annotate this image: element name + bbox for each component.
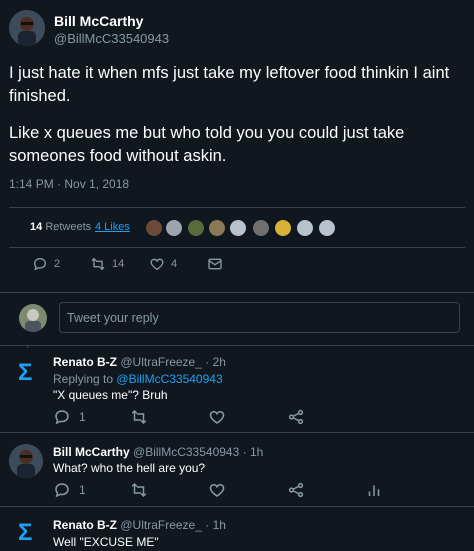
reply-icon [32, 256, 48, 272]
ultrafreeze-logo: Σ [18, 519, 33, 546]
author-name[interactable]: Bill McCarthy [54, 13, 143, 29]
like-button[interactable] [208, 481, 226, 499]
divider [0, 432, 474, 433]
like-count: 4 [171, 258, 178, 270]
liker-avatar[interactable] [165, 219, 183, 237]
reply-author-avatar[interactable]: Σ [14, 519, 42, 547]
reply-count: 1 [79, 483, 86, 497]
reply-input-placeholder: Tweet your reply [67, 311, 159, 325]
envelope-icon [207, 256, 223, 272]
retweet-button[interactable]: 14 [90, 256, 124, 272]
avatar-photo-icon [19, 304, 47, 332]
reply-text: What? who the hell are you? [53, 461, 206, 475]
direct-message-button[interactable] [207, 256, 223, 272]
reply-count: 1 [79, 410, 86, 424]
reply-button[interactable]: 2 [32, 256, 60, 272]
divider [9, 247, 465, 248]
avatar-photo-icon [9, 10, 45, 46]
retweet-icon [130, 408, 148, 426]
reply-author-handle[interactable]: @UltraFreeze_ [120, 355, 202, 369]
retweet-icon [130, 481, 148, 499]
reply-text: "X queues me"? Bruh [53, 388, 168, 402]
heart-icon [208, 408, 226, 426]
liker-avatar[interactable] [296, 219, 314, 237]
share-button[interactable] [287, 481, 305, 499]
liker-avatar[interactable] [274, 219, 292, 237]
share-icon [287, 408, 305, 426]
liker-avatar[interactable] [252, 219, 270, 237]
likes-stat[interactable]: 4 Likes [95, 221, 130, 233]
retweets-label: Retweets [45, 221, 92, 233]
replying-to-prefix: Replying to [53, 372, 114, 386]
reply-header: Renato B-Z @UltraFreeze_ · 1h [53, 518, 226, 532]
reply-header: Bill McCarthy @BillMcC33540943 · 1h [53, 445, 263, 459]
author-handle[interactable]: @BillMcC33540943 [54, 31, 169, 46]
share-button[interactable] [287, 408, 305, 426]
reply-button[interactable]: 1 [53, 481, 86, 499]
share-icon [287, 481, 305, 499]
liker-avatar[interactable] [208, 219, 226, 237]
tweet-timestamp[interactable]: 1:14 PM · Nov 1, 2018 [9, 177, 129, 191]
like-button[interactable]: 4 [149, 256, 177, 272]
divider [0, 345, 474, 346]
heart-icon [208, 481, 226, 499]
reply-icon [53, 408, 71, 426]
reply-author-handle[interactable]: @BillMcC33540943 [133, 445, 239, 459]
liker-avatar[interactable] [187, 219, 205, 237]
retweet-count: 14 [112, 258, 125, 270]
divider [0, 506, 474, 507]
liker-avatar[interactable] [229, 219, 247, 237]
retweet-icon [90, 256, 106, 272]
liker-avatar[interactable] [318, 219, 336, 237]
tweet-text-paragraph-2: Like x queues me but who told you you co… [9, 124, 405, 165]
reply-time[interactable]: · 1h [243, 445, 264, 459]
reply-button[interactable]: 1 [53, 408, 86, 426]
reply-author-avatar[interactable]: Σ [14, 359, 42, 387]
reply-input[interactable]: Tweet your reply [59, 302, 460, 333]
avatar-photo-icon [9, 444, 43, 478]
current-user-avatar[interactable] [19, 304, 47, 332]
like-button[interactable] [208, 408, 226, 426]
reply-author-name[interactable]: Renato B-Z [53, 518, 117, 532]
author-avatar[interactable] [9, 10, 45, 46]
replying-to-line: Replying to @BillMcC33540943 [53, 372, 223, 386]
reply-author-name[interactable]: Bill McCarthy [53, 445, 130, 459]
retweets-stat[interactable]: 14 Retweets [30, 221, 91, 233]
analytics-button[interactable] [365, 481, 383, 499]
replying-to-handle[interactable]: @BillMcC33540943 [116, 372, 222, 386]
retweet-button[interactable] [130, 408, 148, 426]
reply-author-handle[interactable]: @UltraFreeze_ [120, 518, 202, 532]
reply-thread-line [27, 345, 28, 348]
ultrafreeze-logo: Σ [18, 359, 33, 386]
tweet-text-paragraph-1: I just hate it when mfs just take my lef… [9, 64, 450, 105]
reply-author-avatar[interactable] [9, 444, 43, 478]
liker-avatar[interactable] [145, 219, 163, 237]
reply-icon [53, 481, 71, 499]
reply-text: Well "EXCUSE ME" [53, 535, 159, 549]
heart-icon [149, 256, 165, 272]
analytics-icon [365, 481, 383, 499]
divider [0, 292, 474, 293]
reply-time[interactable]: · 1h [205, 518, 226, 532]
retweets-count: 14 [30, 221, 43, 233]
divider [9, 207, 465, 208]
retweet-button[interactable] [130, 481, 148, 499]
reply-author-name[interactable]: Renato B-Z [53, 355, 117, 369]
reply-header: Renato B-Z @UltraFreeze_ · 2h [53, 355, 226, 369]
reply-time[interactable]: · 2h [205, 355, 226, 369]
reply-count: 2 [54, 258, 61, 270]
